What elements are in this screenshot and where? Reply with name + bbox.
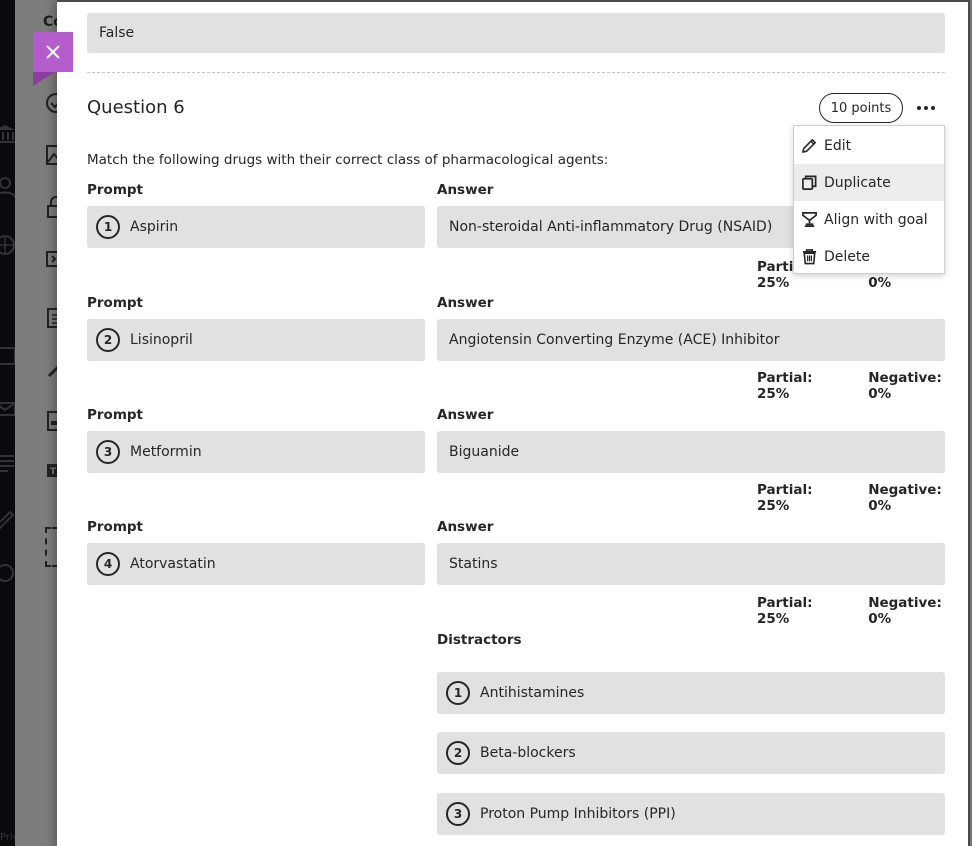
close-panel-button[interactable]	[33, 32, 73, 72]
answer-label: Answer	[437, 182, 494, 198]
negative-credit: Negative: 0%	[868, 370, 942, 402]
list-icon	[0, 452, 15, 474]
answer-field: Biguanide	[437, 431, 945, 473]
prompt-field: 4 Atorvastatin	[87, 543, 425, 585]
partial-credit: Partial: 25%	[757, 595, 813, 627]
background-panel: Co T	[15, 0, 66, 846]
distractor-field: 3 Proton Pump Inhibitors (PPI)	[437, 793, 945, 835]
menu-item-delete[interactable]: Delete	[794, 238, 944, 275]
collapse-icon	[0, 562, 15, 584]
answer-label: Answer	[437, 295, 494, 311]
prompt-field: 1 Aspirin	[87, 206, 425, 248]
user-icon	[0, 176, 15, 198]
prompt-text: Aspirin	[130, 219, 179, 235]
number-badge: 3	[446, 802, 470, 826]
menu-item-label: Delete	[824, 248, 870, 265]
question-divider	[87, 72, 945, 73]
menu-item-edit[interactable]: Edit	[794, 127, 944, 164]
distractor-field: 1 Antihistamines	[437, 672, 945, 714]
scoring-row: Partial: 25% Negative: 0%	[757, 482, 968, 514]
dot	[924, 106, 928, 110]
question-options-menu: Edit Duplicate Align with goal Delete	[793, 125, 945, 274]
institution-icon	[0, 122, 15, 144]
answer-label: Answer	[437, 519, 494, 535]
number-badge: 1	[96, 215, 120, 239]
menu-item-label: Align with goal	[824, 211, 928, 228]
menu-item-label: Duplicate	[824, 174, 891, 191]
mail-icon	[0, 398, 15, 420]
partial-credit: Partial: 25%	[757, 482, 813, 514]
prompt-field: 2 Lisinopril	[87, 319, 425, 361]
goal-icon	[800, 211, 818, 229]
question-text: Match the following drugs with their cor…	[87, 152, 609, 168]
prompt-label: Prompt	[87, 295, 144, 311]
dot	[917, 106, 921, 110]
scoring-row: Partial: 25% Negative: 0%	[757, 595, 968, 627]
number-badge: 1	[446, 681, 470, 705]
answer-label: Answer	[437, 407, 494, 423]
answer-text: Non-steroidal Anti-inflammatory Drug (NS…	[449, 219, 773, 235]
prompt-field: 3 Metformin	[87, 431, 425, 473]
number-badge: 3	[96, 440, 120, 464]
points-badge[interactable]: 10 points	[819, 93, 903, 123]
svg-text:T: T	[50, 467, 57, 477]
question-title: Question 6	[87, 97, 185, 118]
edit-icon	[0, 508, 15, 530]
scoring-row: Partial: 25% Negative: 0%	[757, 370, 968, 402]
number-badge: 4	[96, 552, 120, 576]
close-icon	[46, 45, 60, 59]
partial-credit: Partial: 25%	[757, 370, 813, 402]
close-button-tail	[33, 72, 55, 86]
prompt-label: Prompt	[87, 407, 144, 423]
trash-icon	[800, 248, 818, 266]
distractors-label: Distractors	[437, 632, 522, 648]
prompt-label: Prompt	[87, 182, 144, 198]
distractor-text: Antihistamines	[480, 685, 585, 701]
negative-credit: Negative: 0%	[868, 595, 942, 627]
distractor-text: Proton Pump Inhibitors (PPI)	[480, 806, 676, 822]
negative-credit: Negative: 0%	[868, 482, 942, 514]
duplicate-icon	[800, 174, 818, 192]
menu-item-align-with-goal[interactable]: Align with goal	[794, 201, 944, 238]
distractor-field: 2 Beta-blockers	[437, 732, 945, 774]
prompt-label: Prompt	[87, 519, 144, 535]
prompt-text: Metformin	[130, 444, 202, 460]
number-badge: 2	[96, 328, 120, 352]
answer-field: Angiotensin Converting Enzyme (ACE) Inhi…	[437, 319, 945, 361]
background-nav-rail: Priv	[0, 0, 19, 846]
number-badge: 2	[446, 741, 470, 765]
globe-icon	[0, 234, 15, 256]
menu-item-label: Edit	[824, 137, 852, 154]
answer-text: Angiotensin Converting Enzyme (ACE) Inhi…	[449, 332, 780, 348]
previous-answer-text: False	[99, 25, 135, 41]
answer-field: Statins	[437, 543, 945, 585]
more-options-button[interactable]	[913, 96, 939, 120]
answer-text: Biguanide	[449, 444, 520, 460]
answer-text: Statins	[449, 556, 498, 572]
question-panel: False Question 6 10 points Match the fol…	[57, 0, 970, 846]
calendar-icon	[0, 344, 15, 366]
previous-answer-field: False	[87, 13, 945, 53]
distractor-text: Beta-blockers	[480, 745, 576, 761]
pencil-icon	[800, 137, 818, 155]
menu-item-duplicate[interactable]: Duplicate	[794, 164, 944, 201]
dot	[931, 106, 935, 110]
prompt-text: Lisinopril	[130, 332, 193, 348]
prompt-text: Atorvastatin	[130, 556, 216, 572]
